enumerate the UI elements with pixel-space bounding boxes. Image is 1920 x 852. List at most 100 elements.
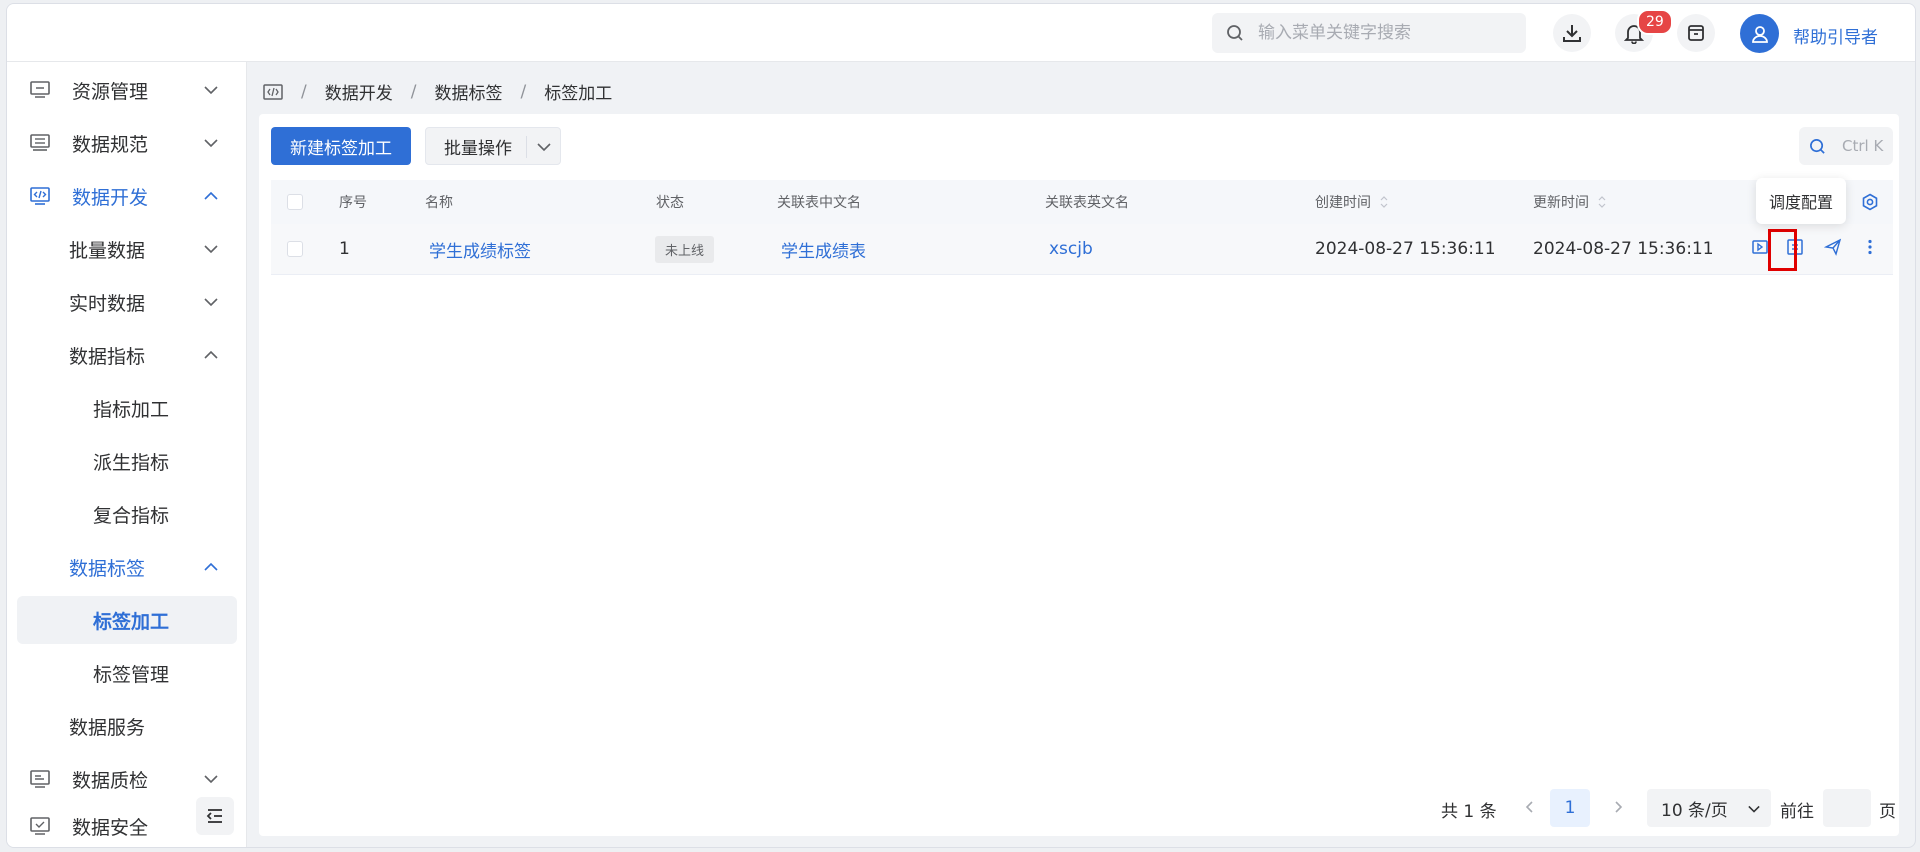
run-action-button[interactable] bbox=[1751, 238, 1769, 261]
table-row: 1 学生成绩标签 未上线 学生成绩表 xscjb 2024-08-27 15:3… bbox=[271, 224, 1893, 275]
sidebar-item-label: 数据开发 bbox=[72, 186, 149, 209]
divider bbox=[526, 136, 527, 158]
row-checkbox[interactable] bbox=[287, 241, 303, 257]
sidebar-item-composite-metric[interactable]: 复合指标 bbox=[7, 490, 247, 538]
row-index: 1 bbox=[339, 239, 350, 259]
sidebar-item-spec[interactable]: 数据规范 bbox=[7, 119, 247, 167]
sidebar-item-label: 批量数据 bbox=[69, 239, 146, 262]
indent-icon bbox=[206, 809, 222, 823]
page-size-select[interactable]: 10 条/页 bbox=[1647, 789, 1771, 827]
row-table-cn-link[interactable]: 学生成绩表 bbox=[781, 224, 866, 274]
chevron-up-icon bbox=[204, 191, 218, 200]
sort-icon bbox=[1598, 196, 1606, 208]
sidebar-item-tag-management[interactable]: 标签管理 bbox=[7, 649, 247, 697]
chevron-right-icon[interactable] bbox=[1611, 799, 1625, 815]
chevron-down-icon bbox=[204, 775, 218, 784]
publish-action-button[interactable] bbox=[1823, 238, 1842, 261]
breadcrumb-item[interactable]: 数据开发 bbox=[325, 79, 393, 104]
sidebar-item-label: 数据安全 bbox=[72, 816, 149, 839]
username-link[interactable]: 帮助引导者 bbox=[1793, 23, 1878, 48]
sidebar-item-label: 复合指标 bbox=[93, 504, 170, 527]
user-avatar[interactable] bbox=[1740, 14, 1779, 53]
batch-operation-label: 批量操作 bbox=[444, 138, 512, 159]
new-tag-processing-button[interactable]: 新建标签加工 bbox=[271, 127, 411, 165]
sidebar-item-label: 数据质检 bbox=[72, 769, 149, 792]
goto-page-input[interactable] bbox=[1823, 789, 1871, 827]
goto-label: 前往 bbox=[1780, 802, 1814, 822]
sidebar-item-label: 资源管理 bbox=[72, 80, 149, 103]
sidebar: 资源管理 数据规范 数据开发 批量数据 实时数据 数据指标 指标加工 派生指标 … bbox=[7, 62, 247, 847]
chevron-left-icon[interactable] bbox=[1523, 799, 1537, 815]
breadcrumb-separator: / bbox=[520, 81, 527, 102]
sidebar-item-derived-metric[interactable]: 派生指标 bbox=[7, 437, 247, 485]
sidebar-item-realtime-data[interactable]: 实时数据 bbox=[7, 278, 247, 326]
row-updated-time: 2024-08-27 15:36:11 bbox=[1533, 239, 1714, 259]
notification-badge: 29 bbox=[1637, 9, 1673, 35]
chevron-up-icon bbox=[204, 562, 218, 571]
row-created-time: 2024-08-27 15:36:11 bbox=[1315, 239, 1496, 259]
app-window: 29 帮助引导者 资源管理 bbox=[6, 3, 1916, 848]
server-icon bbox=[30, 134, 50, 151]
chevron-down-icon bbox=[1748, 805, 1760, 813]
quick-search-button[interactable]: Ctrl K bbox=[1799, 127, 1893, 165]
menu-search-input[interactable] bbox=[1258, 23, 1498, 43]
sidebar-collapse-button[interactable] bbox=[196, 797, 234, 835]
archive-button[interactable] bbox=[1677, 14, 1715, 52]
sidebar-item-dev[interactable]: 数据开发 bbox=[7, 172, 247, 220]
sidebar-item-tag-processing[interactable]: 标签加工 bbox=[17, 596, 237, 644]
column-header-created[interactable]: 创建时间 bbox=[1315, 180, 1389, 224]
sidebar-item-metrics[interactable]: 数据指标 bbox=[7, 331, 247, 379]
sidebar-item-data-tags[interactable]: 数据标签 bbox=[7, 543, 247, 591]
search-icon bbox=[1810, 138, 1825, 154]
sidebar-item-quality[interactable]: 数据质检 bbox=[7, 755, 247, 803]
page-number-current[interactable]: 1 bbox=[1550, 789, 1590, 827]
sidebar-item-label: 派生指标 bbox=[93, 451, 170, 474]
download-button[interactable] bbox=[1553, 14, 1591, 52]
status-badge: 未上线 bbox=[655, 235, 715, 263]
top-header: 29 帮助引导者 bbox=[7, 4, 1915, 62]
inspect-icon bbox=[30, 770, 50, 788]
column-header-label: 更新时间 bbox=[1533, 195, 1589, 211]
select-all-checkbox[interactable] bbox=[287, 194, 303, 210]
breadcrumb-item[interactable]: 数据标签 bbox=[434, 79, 502, 104]
goto-suffix: 页 bbox=[1879, 802, 1896, 822]
chevron-down-icon bbox=[204, 86, 218, 95]
breadcrumb-current: 标签加工 bbox=[544, 84, 613, 104]
more-actions-button[interactable] bbox=[1861, 238, 1879, 261]
menu-search-box[interactable] bbox=[1212, 13, 1526, 53]
sidebar-item-label: 实时数据 bbox=[69, 292, 146, 315]
chevron-down-icon bbox=[204, 245, 218, 254]
sidebar-item-label: 数据指标 bbox=[69, 345, 146, 368]
download-icon bbox=[1563, 25, 1581, 42]
row-name-link[interactable]: 学生成绩标签 bbox=[429, 224, 531, 274]
column-header-index: 序号 bbox=[339, 195, 367, 211]
sort-icon bbox=[1380, 196, 1388, 208]
more-vertical-icon bbox=[1868, 239, 1872, 255]
sidebar-item-data-service[interactable]: 数据服务 bbox=[7, 702, 247, 750]
column-settings-button[interactable] bbox=[1861, 180, 1879, 224]
pagination-total: 共 1 条 bbox=[1441, 802, 1497, 822]
highlight-marker bbox=[1768, 229, 1797, 271]
tooltip: 调度配置 bbox=[1756, 178, 1846, 224]
batch-operation-dropdown[interactable]: 批量操作 bbox=[425, 127, 561, 165]
sidebar-item-label: 数据规范 bbox=[72, 133, 149, 156]
sidebar-item-label: 指标加工 bbox=[93, 398, 170, 421]
sidebar-item-metric-processing[interactable]: 指标加工 bbox=[7, 384, 247, 432]
code-icon bbox=[30, 187, 50, 205]
archive-icon bbox=[1688, 25, 1704, 41]
shield-screen-icon bbox=[30, 817, 50, 835]
chevron-down-icon bbox=[204, 298, 218, 307]
breadcrumb-separator: / bbox=[301, 81, 307, 102]
content-card: 新建标签加工 批量操作 Ctrl K 序号 名称 状态 关联表中文名 关联表英文… bbox=[259, 114, 1899, 836]
sidebar-item-label: 数据标签 bbox=[69, 557, 146, 580]
notification-button[interactable]: 29 bbox=[1615, 9, 1673, 52]
sidebar-item-batch-data[interactable]: 批量数据 bbox=[7, 225, 247, 273]
sidebar-item-resource[interactable]: 资源管理 bbox=[7, 66, 247, 114]
column-header-name: 名称 bbox=[425, 195, 453, 211]
search-icon bbox=[1227, 25, 1243, 41]
row-table-en-link[interactable]: xscjb bbox=[1049, 224, 1093, 274]
column-header-updated[interactable]: 更新时间 bbox=[1533, 180, 1607, 224]
chevron-down-icon bbox=[537, 143, 551, 152]
column-header-table-cn: 关联表中文名 bbox=[777, 195, 861, 211]
send-icon bbox=[1823, 238, 1842, 256]
